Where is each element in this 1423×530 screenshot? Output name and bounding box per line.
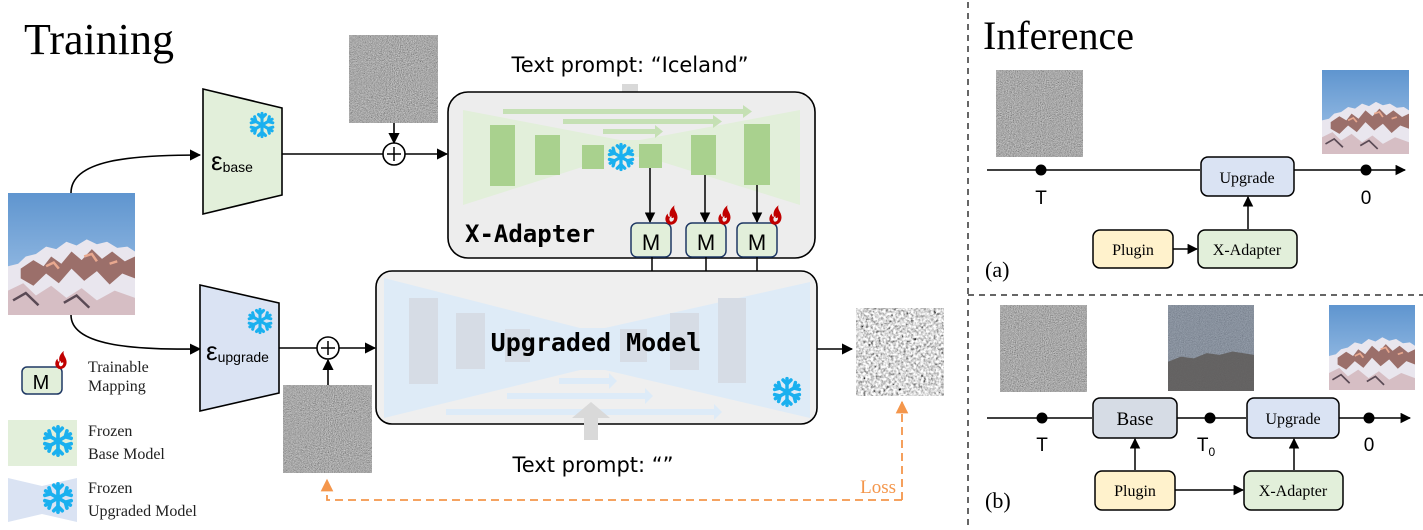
upgraded-model-label: Upgraded Model [491, 328, 702, 357]
adapter-text-prompt: Text prompt: “Iceland” [510, 53, 748, 77]
x-adapter-label: X-Adapter [465, 220, 595, 248]
predicted-noise-image [856, 308, 944, 396]
x-adapter-node-a: X-Adapter [1197, 229, 1298, 269]
base-label: Base [1117, 409, 1154, 430]
panel-b-tag: (b) [985, 488, 1011, 513]
upgrade-node-a: Upgrade [1200, 156, 1295, 197]
architecture-diagram: Training εbase εupgrade Text prompt: “Ic… [8, 2, 1423, 528]
upgraded-text-prompt: Text prompt: “” [511, 453, 673, 477]
timestep-T0-label: T [1197, 435, 1209, 456]
legend-label: Base Model [88, 446, 165, 463]
legend-label: Mapping [88, 378, 146, 395]
input-image [8, 193, 135, 315]
legend-label: Frozen [88, 423, 132, 440]
upgrade-label: Upgrade [1265, 411, 1320, 428]
noise-image [1000, 305, 1087, 392]
panel-a-tag: (a) [985, 257, 1009, 282]
upgrade-node-b: Upgrade [1246, 397, 1340, 439]
timestep-dot [1035, 164, 1047, 176]
legend: M Trainable Mapping Frozen Base Model Fr… [8, 350, 197, 522]
base-node-b: Base [1092, 397, 1178, 439]
image-to-upgrade-encoder-arrow [70, 314, 202, 355]
legend-label: Trainable [88, 359, 149, 376]
base-encoder: εbase [202, 87, 283, 216]
timestep-T-label: T [1036, 435, 1048, 456]
base-encoder-subscript: base [223, 159, 254, 175]
plugin-node-b: Plugin [1094, 470, 1176, 511]
legend-item-frozen-upgraded: Frozen Upgraded Model [8, 478, 197, 522]
loss-label: Loss [860, 477, 896, 498]
timestep-0-label: 0 [1364, 435, 1375, 456]
mapping-label: M [748, 230, 766, 255]
upgrade-encoder-symbol: ε [206, 336, 218, 366]
legend-item-frozen-base: Frozen Base Model [8, 420, 165, 466]
upgraded-model-block: Upgraded Model [375, 270, 818, 425]
loss-arrow-path [320, 478, 902, 501]
plugin-label: Plugin [1112, 242, 1154, 259]
timestep-T0-subscript: 0 [1208, 445, 1215, 459]
fire-icon [55, 350, 67, 370]
plus-node-top [382, 142, 406, 166]
svg-text:T0: T0 [1197, 435, 1216, 459]
inference-title: Inference [983, 13, 1134, 58]
image-to-base-encoder-arrow [70, 149, 202, 194]
plugin-node-a: Plugin [1092, 229, 1174, 269]
timestep-dot [1360, 164, 1372, 176]
upgrade-encoder-subscript: upgrade [218, 349, 270, 365]
upgrade-encoder: εupgrade [199, 283, 280, 413]
mapping-label: M [642, 230, 660, 255]
timestep-T-label: T [1035, 188, 1047, 209]
mapping-label: M [697, 230, 715, 255]
noise-image-bottom [283, 385, 372, 473]
legend-label: Upgraded Model [88, 503, 197, 520]
inference-panel-a: T 0 Upgrade Plugin X-Adapter (a) [985, 70, 1409, 282]
x-adapter-label: X-Adapter [1213, 242, 1282, 259]
timestep-dot [1363, 412, 1375, 424]
x-adapter-node-b: X-Adapter [1243, 470, 1344, 511]
legend-mapping-letter: M [33, 372, 50, 394]
legend-item-trainable-mapping: M Trainable Mapping [21, 350, 149, 395]
timestep-dot [1204, 412, 1216, 424]
timestep-dot [1036, 412, 1048, 424]
upgrade-label: Upgrade [1219, 170, 1274, 187]
plugin-label: Plugin [1114, 483, 1156, 500]
output-image [1322, 70, 1409, 154]
plus-node-bottom [316, 336, 340, 360]
output-image [1329, 305, 1415, 390]
x-adapter-label: X-Adapter [1259, 483, 1328, 500]
legend-label: Frozen [88, 480, 132, 497]
noise-image-top [349, 35, 438, 123]
noise-image [996, 70, 1083, 157]
intermediate-image [1168, 305, 1254, 391]
base-encoder-symbol: ε [211, 146, 223, 176]
timestep-0-label: 0 [1361, 188, 1372, 209]
training-title: Training [24, 15, 174, 64]
inference-panel-b: T T0 0 Base Upgrade Plugin X-Adapter (b) [985, 305, 1415, 513]
